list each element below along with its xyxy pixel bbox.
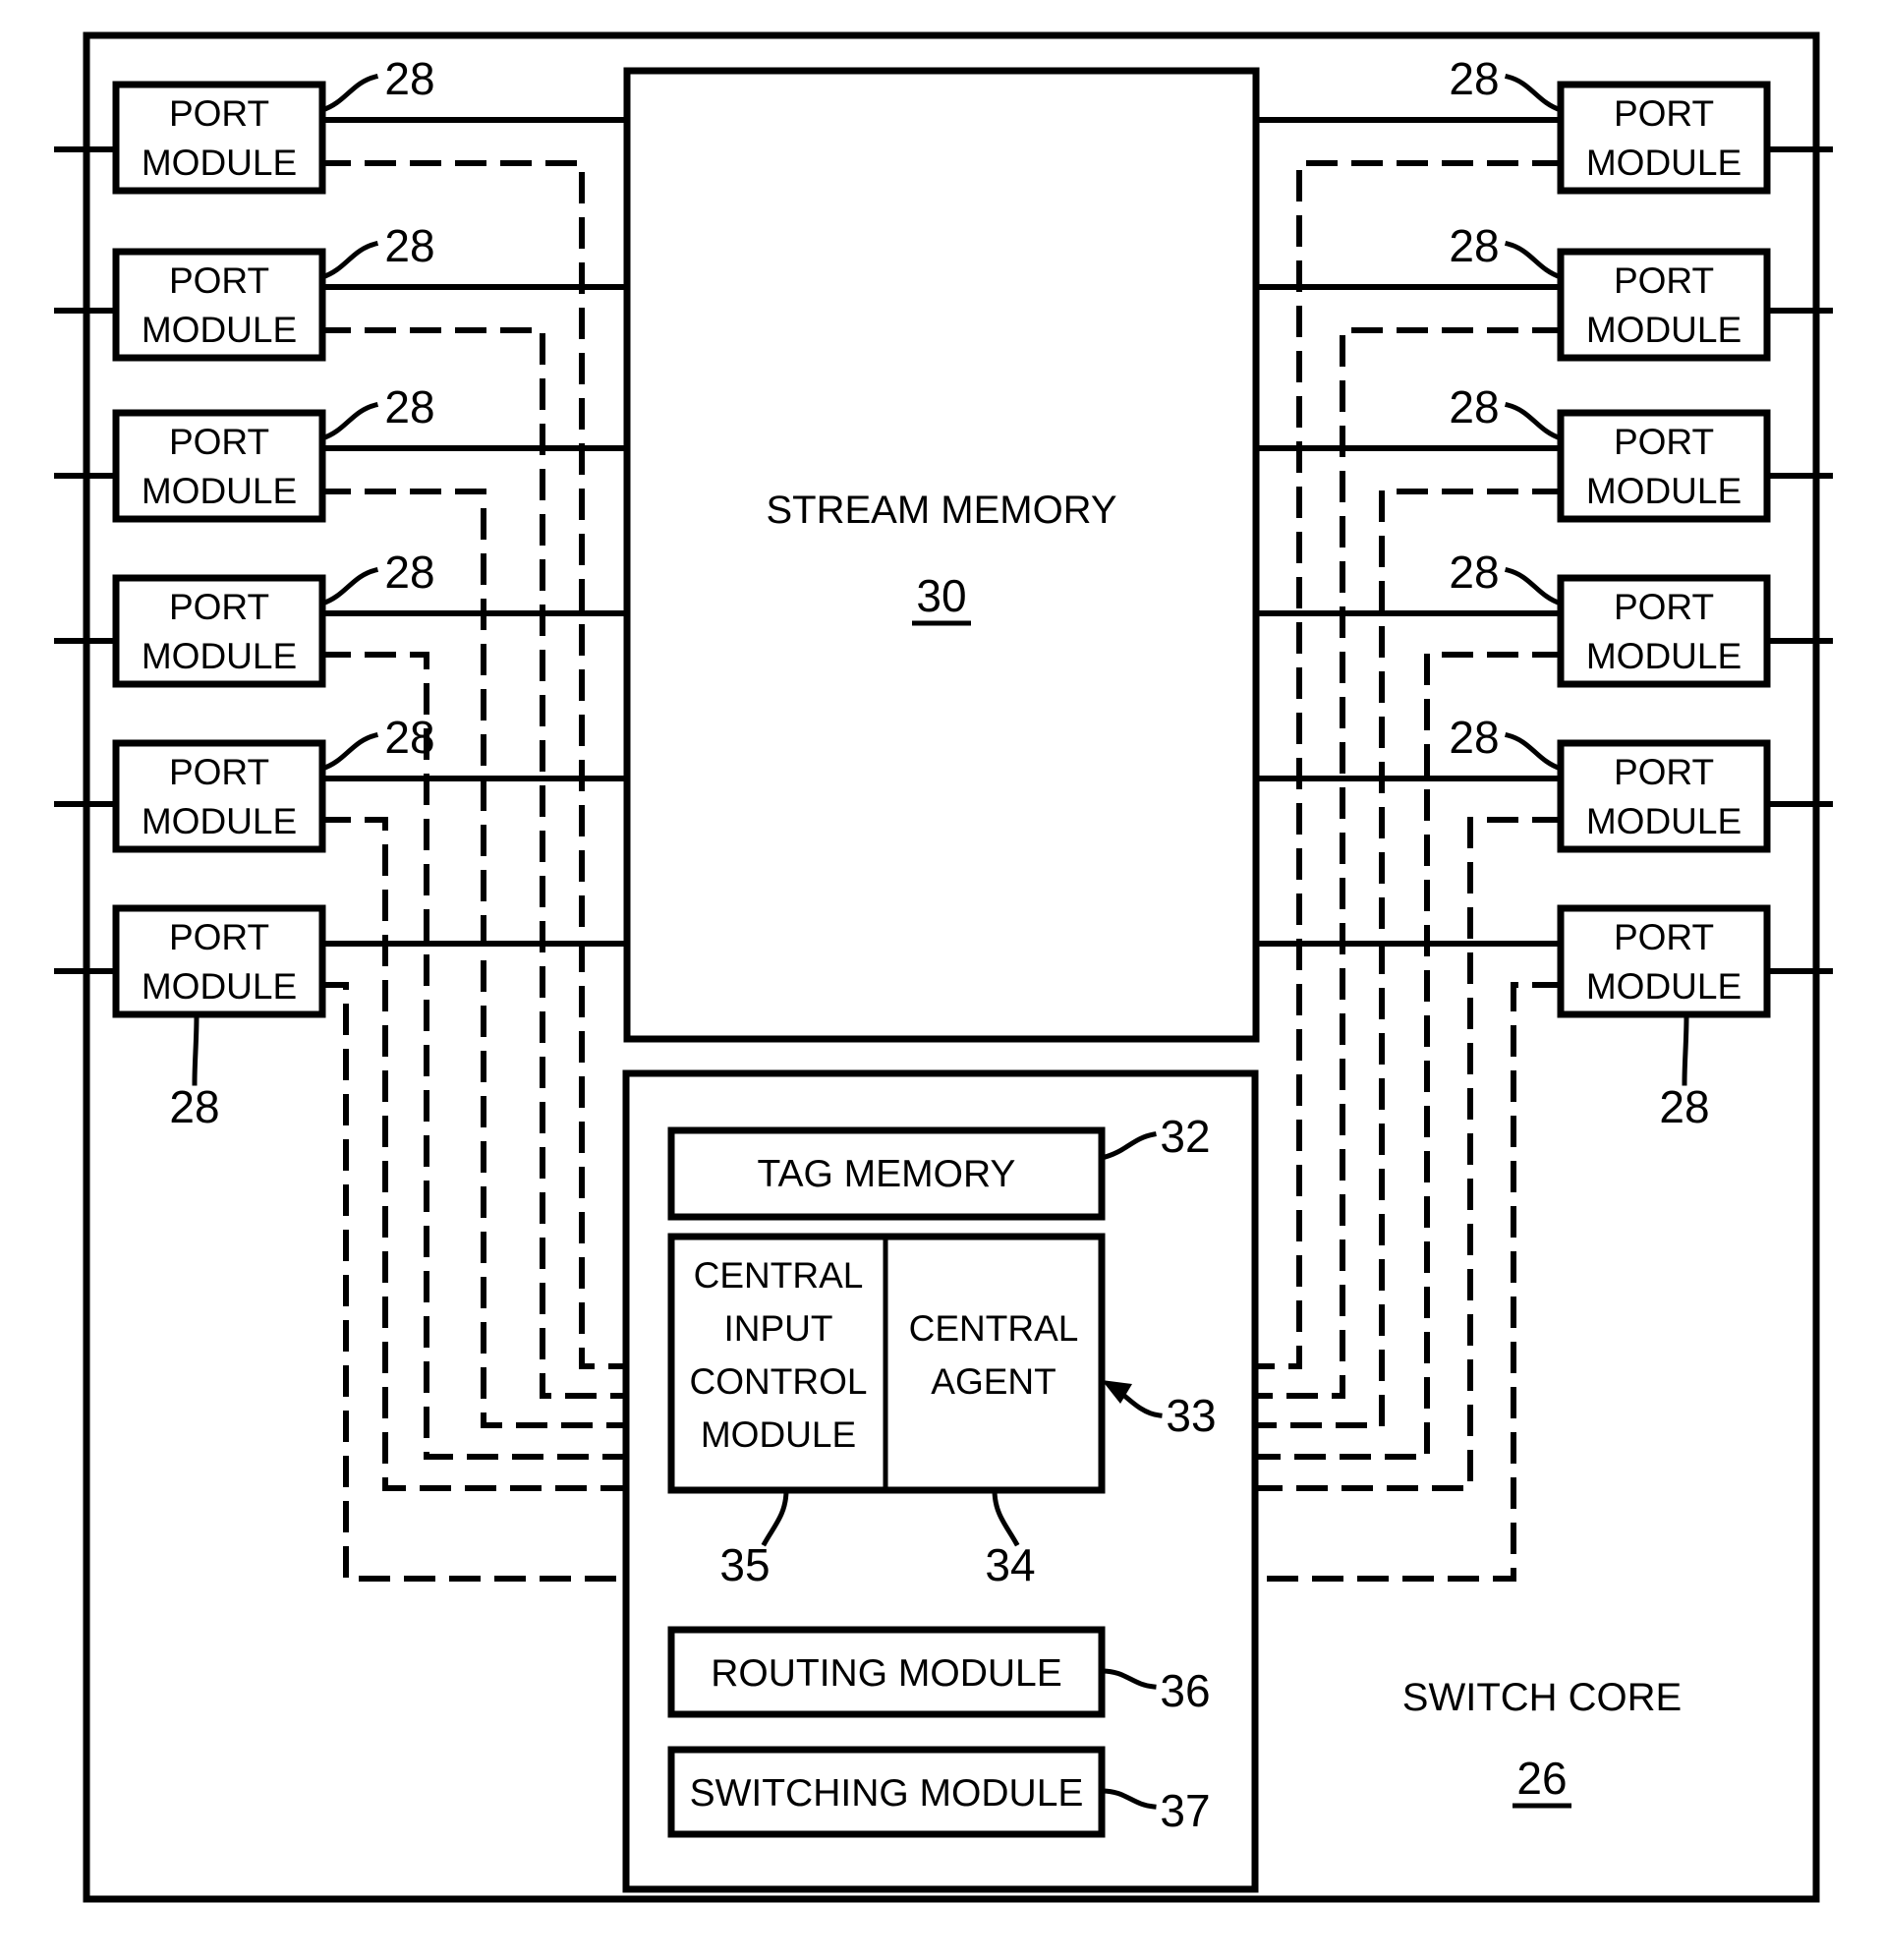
routing-module-label: ROUTING MODULE	[711, 1652, 1062, 1695]
switching-module-label: SWITCHING MODULE	[690, 1772, 1084, 1815]
left-port-module-ref-3: 28	[384, 381, 434, 432]
right-port-module-ref-2: 28	[1449, 220, 1499, 271]
right-port-module-ref-3: 28	[1449, 381, 1499, 432]
left-port-module-4-line-2: MODULE	[142, 636, 297, 676]
left-port-module-1-line-1: PORT	[169, 93, 269, 134]
left-port-module-1-line-2: MODULE	[142, 143, 297, 183]
left-port-module-5-line-2: MODULE	[142, 801, 297, 841]
left-port-module-2-line-1: PORT	[169, 260, 269, 301]
right-port-module-1-line-2: MODULE	[1586, 143, 1741, 183]
figure-canvas: STREAM MEMORY 30 TAG MEMORY 32 CENTRAL I…	[0, 0, 1884, 1960]
left-port-module-ref-1: 28	[384, 53, 434, 104]
left-port-module-6-line-2: MODULE	[142, 966, 297, 1007]
switch-core-label: SWITCH CORE	[1402, 1676, 1682, 1719]
left-port-module-6-line-1: PORT	[169, 917, 269, 957]
stream-memory-label: STREAM MEMORY	[766, 489, 1116, 532]
right-port-module-ref-5: 28	[1449, 712, 1499, 763]
central-agent-ref: 34	[985, 1539, 1035, 1590]
right-port-module-3-line-2: MODULE	[1586, 471, 1741, 511]
central-input-control-line-3: CONTROL	[690, 1361, 868, 1402]
right-port-module-ref-1: 28	[1449, 53, 1499, 104]
central-input-control-line-2: INPUT	[724, 1308, 833, 1349]
central-input-control-ref: 35	[719, 1539, 770, 1590]
combined-ref-label: 33	[1166, 1390, 1216, 1441]
central-input-control-line-4: MODULE	[701, 1414, 856, 1455]
right-port-module-2-line-2: MODULE	[1586, 310, 1741, 350]
left-port-module-ref-6: 28	[169, 1081, 219, 1132]
left-port-module-ref-4: 28	[384, 547, 434, 598]
central-input-control-line-1: CENTRAL	[694, 1255, 864, 1296]
right-port-module-2-line-1: PORT	[1614, 260, 1714, 301]
right-port-module-ref-4: 28	[1449, 547, 1499, 598]
switching-module-ref: 37	[1160, 1785, 1210, 1836]
right-port-module-5-line-1: PORT	[1614, 752, 1714, 792]
left-port-module-5-line-1: PORT	[169, 752, 269, 792]
tag-memory-ref: 32	[1160, 1111, 1210, 1162]
left-port-module-2-line-2: MODULE	[142, 310, 297, 350]
patent-block-diagram: STREAM MEMORY 30 TAG MEMORY 32 CENTRAL I…	[0, 0, 1884, 1960]
right-port-module-3-line-1: PORT	[1614, 422, 1714, 462]
left-port-module-3-line-2: MODULE	[142, 471, 297, 511]
right-port-module-6-line-2: MODULE	[1586, 966, 1741, 1007]
left-port-module-ref-5: 28	[384, 712, 434, 763]
stream-memory-ref: 30	[916, 570, 966, 621]
right-port-module-6-line-1: PORT	[1614, 917, 1714, 957]
left-port-module-4-line-1: PORT	[169, 587, 269, 627]
routing-module-ref: 36	[1160, 1665, 1210, 1716]
tag-memory-label: TAG MEMORY	[758, 1153, 1016, 1195]
left-port-module-ref-2: 28	[384, 220, 434, 271]
central-agent-line-2: AGENT	[931, 1361, 1056, 1402]
right-port-module-ref-6: 28	[1659, 1081, 1709, 1132]
right-port-module-4-line-2: MODULE	[1586, 636, 1741, 676]
left-port-module-3-line-1: PORT	[169, 422, 269, 462]
right-port-module-4-line-1: PORT	[1614, 587, 1714, 627]
central-agent-line-1: CENTRAL	[909, 1308, 1079, 1349]
right-port-module-5-line-2: MODULE	[1586, 801, 1741, 841]
switch-core-ref: 26	[1516, 1753, 1567, 1804]
right-port-module-1-line-1: PORT	[1614, 93, 1714, 134]
